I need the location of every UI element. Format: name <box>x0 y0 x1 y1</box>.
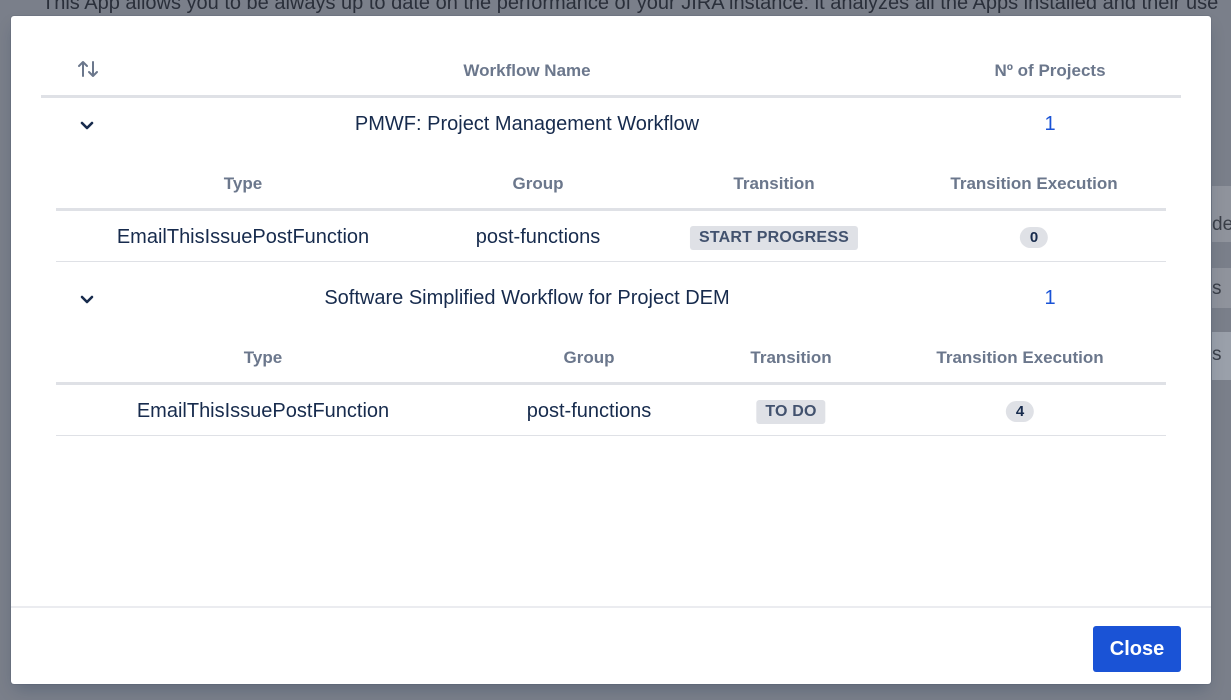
row-divider <box>56 261 1166 262</box>
workflow-name: PMWF: Project Management Workflow <box>354 113 700 135</box>
column-header-workflow-name[interactable]: Workflow Name <box>463 61 590 81</box>
project-count-link[interactable]: 1 <box>1044 113 1055 136</box>
background-intro-text: This App allows you to be always up to d… <box>42 0 1219 14</box>
header-divider <box>41 95 1181 98</box>
workflow-details-modal: Workflow Name Nº of Projects PMWF: Proje… <box>11 16 1211 684</box>
row-group: post-functions <box>526 400 652 422</box>
row-type: EmailThisIssuePostFunction <box>116 226 370 248</box>
row-type: EmailThisIssuePostFunction <box>136 400 390 422</box>
sub-header-divider <box>56 382 1166 385</box>
chevron-down-icon[interactable] <box>80 118 94 136</box>
chevron-down-icon[interactable] <box>80 292 94 310</box>
sub-header-execution: Transition Execution <box>936 348 1104 367</box>
sub-header-group: Group <box>512 174 564 193</box>
row-divider <box>56 435 1166 436</box>
sort-arrows-icon[interactable] <box>77 59 99 84</box>
sub-header-group: Group <box>563 348 615 367</box>
workflow-name: Software Simplified Workflow for Project… <box>324 287 730 309</box>
column-header-projects[interactable]: Nº of Projects <box>994 61 1105 81</box>
background-side-panel: det <box>1212 186 1231 242</box>
sub-header-execution: Transition Execution <box>950 174 1118 193</box>
modal-footer: Close <box>11 606 1211 686</box>
project-count-link[interactable]: 1 <box>1044 287 1055 310</box>
execution-count-badge: 4 <box>1005 401 1035 422</box>
execution-count-badge: 0 <box>1019 227 1049 248</box>
sub-header-transition: Transition <box>750 348 832 367</box>
sub-header-type: Type <box>223 174 263 193</box>
transition-lozenge: START PROGRESS <box>689 226 859 250</box>
sub-header-type: Type <box>243 348 283 367</box>
sub-header-divider <box>56 208 1166 211</box>
background-side-panel: s <box>1212 332 1231 380</box>
row-group: post-functions <box>475 226 601 248</box>
modal-body: Workflow Name Nº of Projects PMWF: Proje… <box>11 16 1211 606</box>
sub-header-transition: Transition <box>733 174 815 193</box>
transition-lozenge: TO DO <box>756 400 826 424</box>
close-button[interactable]: Close <box>1093 626 1181 672</box>
background-side-panel: s <box>1212 268 1231 308</box>
